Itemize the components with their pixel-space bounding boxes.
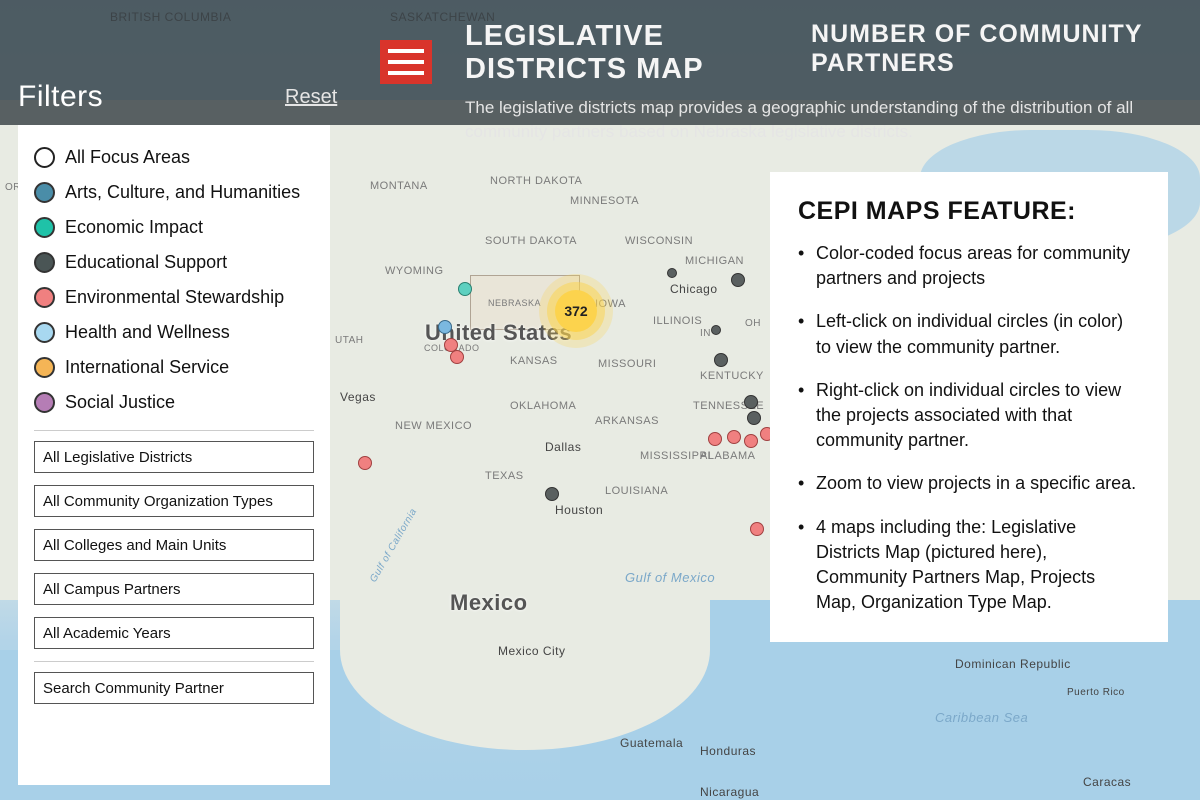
dropdown-label: All Colleges and Main Units — [43, 537, 226, 554]
focus-area-item[interactable]: Arts, Culture, and Humanities — [34, 175, 314, 210]
focus-swatch — [34, 217, 55, 238]
focus-swatch — [34, 252, 55, 273]
map-pin[interactable] — [545, 487, 559, 501]
map-pin[interactable] — [731, 273, 745, 287]
cluster-marker[interactable]: 372 — [555, 290, 597, 332]
focus-area-item[interactable]: Economic Impact — [34, 210, 314, 245]
focus-area-item[interactable]: Environmental Stewardship — [34, 280, 314, 315]
info-bullet: Zoom to view projects in a specific area… — [798, 471, 1140, 496]
focus-label: Environmental Stewardship — [65, 287, 284, 308]
focus-area-item[interactable]: Health and Wellness — [34, 315, 314, 350]
info-bullet: 4 maps including the: Legislative Distri… — [798, 515, 1140, 616]
focus-swatch — [34, 322, 55, 343]
map-pin[interactable] — [744, 434, 758, 448]
filters-sidebar: All Focus Areas Arts, Culture, and Humani… — [18, 125, 330, 785]
focus-area-item[interactable]: Social Justice — [34, 385, 314, 420]
search-community-partner[interactable]: Search Community Partner — [34, 672, 314, 704]
menu-icon[interactable] — [380, 40, 432, 84]
focus-label: Arts, Culture, and Humanities — [65, 182, 300, 203]
filter-dropdown[interactable]: All Community Organization Types — [34, 485, 314, 517]
focus-swatch — [34, 147, 55, 168]
focus-swatch — [34, 392, 55, 413]
map-pin[interactable] — [450, 350, 464, 364]
reset-link[interactable]: Reset — [285, 86, 337, 109]
map-pin[interactable] — [750, 522, 764, 536]
page-subtitle: NUMBER OF COMMUNITY PARTNERS — [811, 20, 1185, 78]
focus-area-item[interactable]: Educational Support — [34, 245, 314, 280]
focus-label: Economic Impact — [65, 217, 203, 238]
focus-swatch — [34, 287, 55, 308]
divider — [34, 661, 314, 662]
focus-area-item[interactable]: All Focus Areas — [34, 140, 314, 175]
header-bar: LEGISLATIVE DISTRICTS MAP NUMBER OF COMM… — [0, 0, 1200, 125]
focus-area-item[interactable]: International Service — [34, 350, 314, 385]
info-title: CEPI MAPS FEATURE: — [798, 197, 1140, 226]
filters-heading: Filters — [18, 80, 103, 114]
map-pin[interactable] — [727, 430, 741, 444]
map-pin[interactable] — [747, 411, 761, 425]
filter-dropdown[interactable]: All Academic Years — [34, 617, 314, 649]
dropdown-label: All Academic Years — [43, 625, 171, 642]
focus-swatch — [34, 182, 55, 203]
map-pin[interactable] — [358, 456, 372, 470]
focus-label: Social Justice — [65, 392, 175, 413]
info-bullet: Left-click on individual circles (in col… — [798, 309, 1140, 359]
map-pin[interactable] — [667, 268, 677, 278]
info-bullet: Color-coded focus areas for community pa… — [798, 241, 1140, 291]
info-panel: CEPI MAPS FEATURE: Color-coded focus are… — [770, 172, 1168, 642]
filter-dropdown[interactable]: All Colleges and Main Units — [34, 529, 314, 561]
dropdown-label: All Community Organization Types — [43, 493, 273, 510]
dropdown-label: All Campus Partners — [43, 581, 181, 598]
divider — [34, 430, 314, 431]
map-pin[interactable] — [714, 353, 728, 367]
map-pin[interactable] — [708, 432, 722, 446]
focus-swatch — [34, 357, 55, 378]
map-pin[interactable] — [744, 395, 758, 409]
map-pin[interactable] — [458, 282, 472, 296]
page-title: LEGISLATIVE DISTRICTS MAP — [465, 20, 811, 86]
focus-label: All Focus Areas — [65, 147, 190, 168]
dropdown-label: All Legislative Districts — [43, 449, 192, 466]
focus-label: International Service — [65, 357, 229, 378]
map-pin[interactable] — [711, 325, 721, 335]
map-pin[interactable] — [438, 320, 452, 334]
filter-dropdown[interactable]: All Legislative Districts — [34, 441, 314, 473]
focus-label: Educational Support — [65, 252, 227, 273]
focus-label: Health and Wellness — [65, 322, 230, 343]
page-description: The legislative districts map provides a… — [465, 96, 1165, 144]
filter-dropdown[interactable]: All Campus Partners — [34, 573, 314, 605]
info-bullet: Right-click on individual circles to vie… — [798, 378, 1140, 454]
